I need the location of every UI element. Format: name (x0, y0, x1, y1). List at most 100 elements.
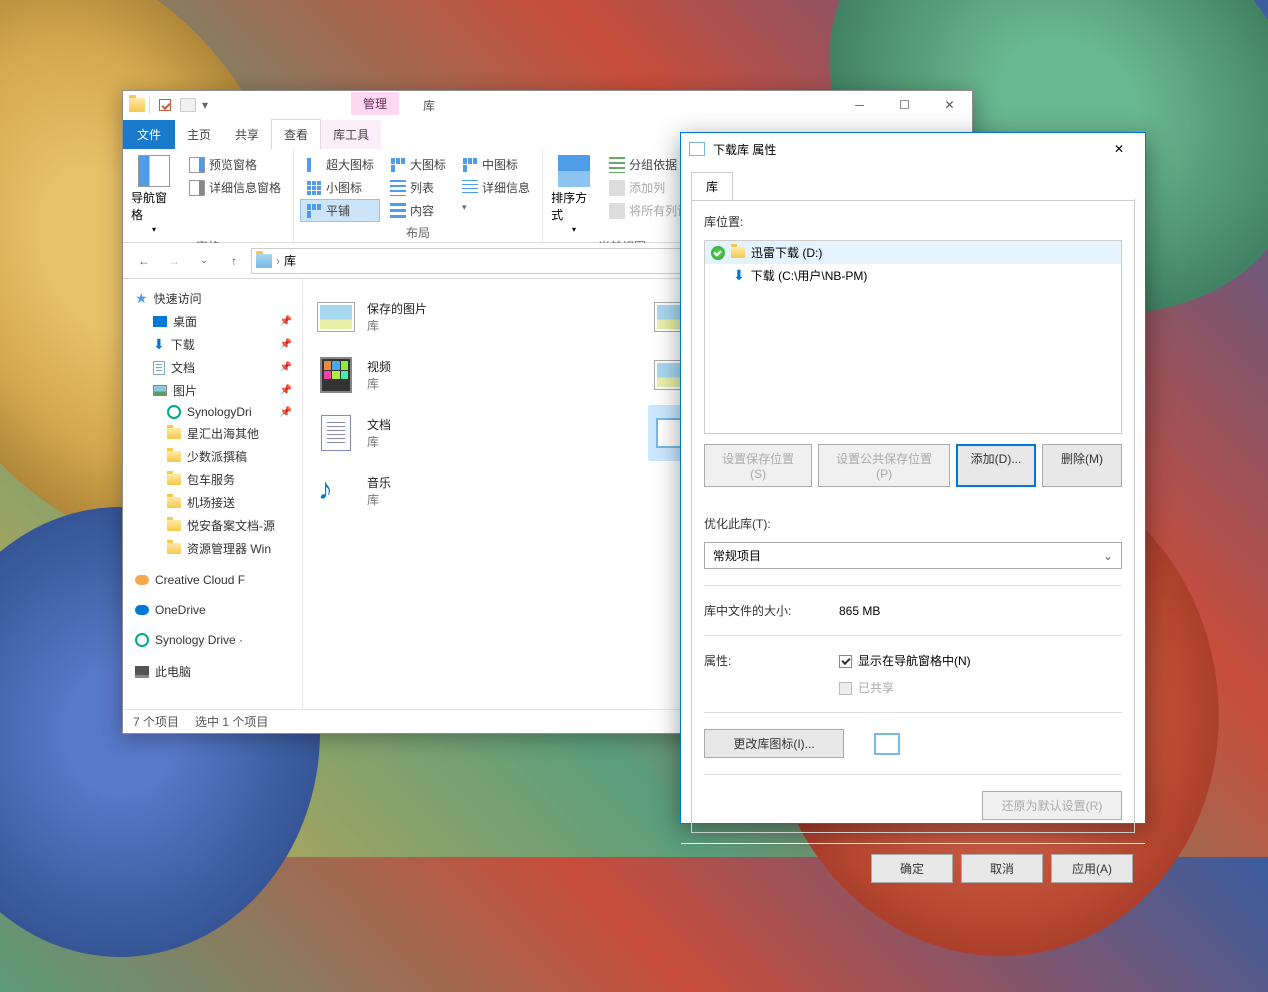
view-content-button[interactable]: 内容 (384, 199, 452, 222)
view-medium-button[interactable]: 中图标 (456, 153, 536, 176)
location-item[interactable]: 迅雷下载 (D:) (705, 241, 1121, 264)
tree-pictures[interactable]: 图片📌 (123, 379, 302, 402)
video-library-icon (320, 357, 352, 393)
current-library-icon (874, 733, 900, 755)
location-item[interactable]: ⬇ 下载 (C:\用户\NB-PM) (705, 264, 1121, 287)
download-icon: ⬇ (153, 336, 165, 353)
tree-creative-cloud[interactable]: Creative Cloud F (123, 570, 302, 590)
tree-folder[interactable]: SynologyDri📌 (123, 402, 302, 422)
add-column-icon (609, 180, 625, 196)
sort-icon (558, 155, 590, 187)
folder-icon (167, 428, 181, 439)
titlebar[interactable]: ▾ 管理 库 ─ ☐ ✕ (123, 91, 972, 119)
size-columns-icon (609, 203, 625, 219)
picture-icon (153, 385, 167, 396)
list-icon (390, 180, 406, 196)
tree-desktop[interactable]: 桌面📌 (123, 310, 302, 333)
tab-view[interactable]: 查看 (271, 119, 321, 150)
tree-folder[interactable]: 星汇出海其他 (123, 422, 302, 445)
library-item[interactable]: 音乐库 (311, 463, 628, 519)
details-pane-button[interactable]: 详细信息窗格 (183, 176, 287, 199)
tree-synology-drive[interactable]: Synology Drive · (123, 630, 302, 650)
breadcrumb-item[interactable]: 库 (284, 252, 296, 269)
maximize-button[interactable]: ☐ (882, 91, 927, 119)
layout-more-button[interactable]: ▾ (456, 199, 536, 216)
pin-icon: 📌 (280, 385, 292, 396)
up-button[interactable]: ↑ (221, 248, 247, 274)
view-list-button[interactable]: 列表 (384, 176, 452, 199)
tab-share[interactable]: 共享 (223, 120, 271, 149)
forward-button[interactable]: → (161, 248, 187, 274)
star-icon: ★ (135, 290, 148, 307)
tree-this-pc[interactable]: 此电脑 (123, 660, 302, 683)
tree-folder[interactable]: 少数派撰稿 (123, 445, 302, 468)
view-detail-button[interactable]: 详细信息 (456, 176, 536, 199)
set-save-location-button[interactable]: 设置保存位置(S) (704, 444, 812, 487)
dialog-titlebar[interactable]: 下载库 属性 ✕ (681, 133, 1145, 165)
folder-icon (167, 474, 181, 485)
tree-documents[interactable]: 文档📌 (123, 356, 302, 379)
change-icon-button[interactable]: 更改库图标(I)... (704, 729, 844, 758)
tree-quick-access[interactable]: ★快速访问 (123, 287, 302, 310)
tree-folder[interactable]: 机场接送 (123, 491, 302, 514)
size-value: 865 MB (839, 604, 880, 618)
qat-properties-icon[interactable] (154, 94, 176, 116)
apply-button[interactable]: 应用(A) (1051, 854, 1133, 883)
restore-defaults-button[interactable]: 还原为默认设置(R) (982, 791, 1122, 820)
document-icon (153, 361, 165, 375)
cancel-button[interactable]: 取消 (961, 854, 1043, 883)
navigation-pane[interactable]: ★快速访问 桌面📌 ⬇下载📌 文档📌 图片📌 SynologyDri📌 星汇出海… (123, 279, 303, 709)
dialog-close-button[interactable]: ✕ (1101, 133, 1137, 165)
large-icons-icon (390, 157, 406, 173)
tree-downloads[interactable]: ⬇下载📌 (123, 333, 302, 356)
remove-location-button[interactable]: 删除(M) (1042, 444, 1122, 487)
folder-icon (167, 520, 181, 531)
folder-icon (167, 451, 181, 462)
sort-button[interactable]: 排序方式 ▾ (549, 153, 599, 236)
tab-library[interactable]: 库 (691, 172, 733, 200)
preview-pane-icon (189, 157, 205, 173)
tree-folder[interactable]: 包车服务 (123, 468, 302, 491)
library-item[interactable]: 保存的图片库 (311, 289, 628, 345)
tab-lib-tools[interactable]: 库工具 (321, 120, 381, 149)
minimize-button[interactable]: ─ (837, 91, 882, 119)
preview-pane-button[interactable]: 预览窗格 (183, 153, 287, 176)
back-button[interactable]: ← (131, 248, 157, 274)
onedrive-icon (135, 605, 149, 615)
qat-new-folder-icon[interactable] (180, 98, 196, 112)
creative-cloud-icon (135, 575, 149, 585)
tab-home[interactable]: 主页 (175, 120, 223, 149)
library-item[interactable]: 视频库 (311, 347, 628, 403)
tree-folder[interactable]: 悦安备案文档-源 (123, 514, 302, 537)
pc-icon (135, 666, 149, 678)
attributes-label: 属性: (704, 652, 839, 669)
add-location-button[interactable]: 添加(D)... (956, 444, 1036, 487)
window-title: 库 (423, 97, 435, 114)
close-button[interactable]: ✕ (927, 91, 972, 119)
locations-list[interactable]: 迅雷下载 (D:) ⬇ 下载 (C:\用户\NB-PM) (704, 240, 1122, 434)
view-small-button[interactable]: 小图标 (300, 176, 380, 199)
recent-dropdown[interactable]: ⌄ (191, 248, 217, 274)
folder-icon (731, 247, 745, 258)
view-large-button[interactable]: 大图标 (384, 153, 452, 176)
library-item[interactable]: 文档库 (311, 405, 628, 461)
default-check-icon (711, 246, 725, 260)
item-count: 7 个项目 (133, 713, 179, 730)
nav-pane-icon (138, 155, 170, 187)
tree-onedrive[interactable]: OneDrive (123, 600, 302, 620)
tree-folder[interactable]: 资源管理器 Win (123, 537, 302, 560)
pin-icon: 📌 (280, 339, 292, 350)
ok-button[interactable]: 确定 (871, 854, 953, 883)
view-tiles-button[interactable]: 平铺 (300, 199, 380, 222)
content-icon (390, 203, 406, 219)
qat-customize-dropdown[interactable]: ▾ (200, 94, 210, 116)
view-xlarge-button[interactable]: 超大图标 (300, 153, 380, 176)
desktop-icon (153, 316, 167, 327)
details-pane-icon (189, 180, 205, 196)
optimize-combobox[interactable]: 常规项目 ⌄ (704, 542, 1122, 569)
set-public-save-button[interactable]: 设置公共保存位置(P) (818, 444, 950, 487)
tab-file[interactable]: 文件 (123, 120, 175, 149)
show-in-nav-checkbox[interactable]: 显示在导航窗格中(N) (839, 652, 971, 669)
download-library-icon (689, 142, 705, 156)
nav-pane-button[interactable]: 导航窗格 ▾ (129, 153, 179, 236)
